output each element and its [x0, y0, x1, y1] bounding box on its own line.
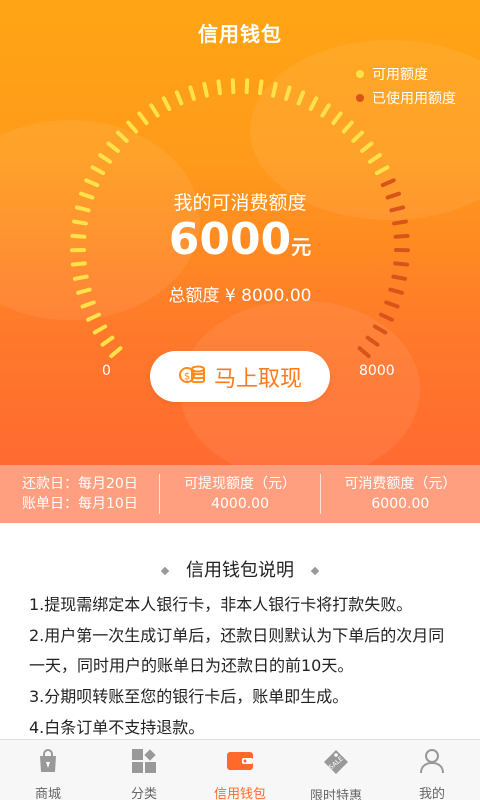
total-credit: 总额度 ¥ 8000.00 — [168, 286, 312, 306]
sale-tag-icon: SALE — [322, 748, 350, 776]
tab-credit-wallet[interactable]: 信用钱包 — [192, 740, 288, 800]
description-item: 3.分期呗转账至您的银行卡后，账单即生成。 — [29, 687, 349, 706]
gauge-tick-available — [115, 130, 129, 143]
gauge-tick-available — [188, 85, 196, 101]
gauge-tick-available — [367, 153, 382, 164]
gauge-tick-available — [137, 111, 149, 126]
grid-category-icon — [130, 748, 158, 774]
tab-mall[interactable]: 商城 — [0, 740, 96, 800]
withdraw-button[interactable]: $ 马上取现 — [150, 351, 330, 402]
tab-label: 信用钱包 — [213, 787, 266, 800]
tab-mine[interactable]: 我的 — [384, 740, 480, 800]
bill-day: 账单日：每月10日 — [22, 496, 138, 512]
hero-panel: 信用钱包 可用额度 已使用用额度 我的可消费额度 6000元 总额度 ¥ 800… — [0, 0, 480, 465]
withdrawable-label: 可提现额度（元） — [184, 476, 297, 492]
tab-label: 商城 — [34, 787, 61, 800]
gauge-tick-available — [331, 111, 343, 126]
gauge-tick-available — [374, 165, 390, 176]
description-title: 信用钱包说明 — [0, 556, 480, 582]
withdrawable-credit: 可提现额度（元） 4000.00 — [160, 473, 319, 515]
diamond-icon — [310, 566, 320, 576]
gauge-tick-available — [92, 324, 108, 335]
consumable-credit: 可消费额度（元） 6000.00 — [321, 473, 480, 515]
gauge-tick-used — [379, 312, 394, 322]
gauge-tick-available — [84, 178, 100, 188]
diamond-icon — [160, 566, 170, 576]
gauge-tick-available — [100, 335, 115, 347]
billing-dates: 还款日：每月20日 账单日：每月10日 — [0, 473, 159, 515]
gauge-tick-available — [72, 274, 89, 281]
gauge-tick-available — [244, 78, 250, 95]
credit-info-strip: 还款日：每月20日 账单日：每月10日 可提现额度（元） 4000.00 可消费… — [0, 465, 480, 523]
gauge-tick-available — [257, 79, 264, 96]
tab-limited-offer[interactable]: SALE 限时特惠 — [288, 740, 384, 800]
coin-stack-icon: $ — [178, 361, 206, 393]
gauge-tick-available — [106, 141, 120, 153]
withdraw-button-label: 马上取现 — [213, 366, 302, 392]
gauge-tick-available — [98, 153, 113, 164]
tab-label: 限时特惠 — [309, 789, 362, 800]
gauge-tick-used — [391, 274, 408, 281]
amount-value: 6000 — [168, 214, 292, 265]
description-item: 2.用户第一次生成订单后，还款日则默认为下单后的次月同一天，同时用户的账单日为还… — [29, 626, 445, 675]
consumable-value: 6000.00 — [371, 496, 430, 512]
tab-category[interactable]: 分类 — [96, 740, 192, 800]
gauge-tick-available — [90, 165, 106, 176]
gauge-tick-available — [296, 90, 306, 106]
available-credit-label: 我的可消费额度 — [173, 192, 307, 214]
description-item: 1.提现需绑定本人银行卡，非本人银行卡将打款失败。 — [29, 595, 413, 614]
gauge-max-label: 8000 — [359, 363, 395, 379]
gauge-tick-available — [320, 103, 331, 118]
gauge-tick-available — [284, 85, 292, 101]
gauge-tick-available — [86, 312, 101, 322]
svg-text:$: $ — [184, 371, 190, 382]
tab-label: 分类 — [130, 787, 157, 800]
wallet-icon — [226, 748, 254, 774]
description-title-text: 信用钱包说明 — [186, 560, 294, 581]
tab-label: 我的 — [418, 787, 445, 800]
gauge-tick-used — [357, 346, 371, 358]
shopping-bag-icon — [34, 748, 62, 774]
gauge-tick-available — [202, 81, 209, 98]
available-credit-amount: 6000元 — [0, 214, 480, 265]
gauge-tick-available — [351, 130, 365, 143]
repay-day: 还款日：每月20日 — [22, 476, 138, 492]
gauge-tick-available — [271, 81, 278, 98]
consumable-label: 可消费额度（元） — [344, 476, 457, 492]
withdrawable-value: 4000.00 — [211, 496, 269, 512]
gauge-tick-available — [341, 120, 354, 134]
gauge-tick-available — [308, 96, 319, 111]
bottom-tab-bar: 商城 分类 信用钱包 SALE 限时特惠 我的 — [0, 739, 480, 800]
gauge-tick-used — [372, 324, 388, 335]
description-list: 1.提现需绑定本人银行卡，非本人银行卡将打款失败。 2.用户第一次生成订单后，还… — [29, 590, 459, 744]
amount-unit: 元 — [291, 235, 312, 259]
gauge-tick-available — [360, 141, 374, 153]
gauge-min-label: 0 — [102, 363, 111, 379]
gauge-tick-available — [174, 90, 184, 106]
gauge-tick-used — [380, 178, 396, 188]
user-icon — [418, 748, 446, 774]
gauge-tick-available — [216, 79, 223, 96]
gauge-tick-available — [149, 103, 160, 118]
gauge-tick-available — [161, 96, 172, 111]
gauge-tick-used — [365, 335, 380, 347]
gauge-tick-available — [230, 78, 236, 95]
gauge-tick-available — [109, 346, 123, 358]
gauge-tick-available — [126, 120, 139, 134]
